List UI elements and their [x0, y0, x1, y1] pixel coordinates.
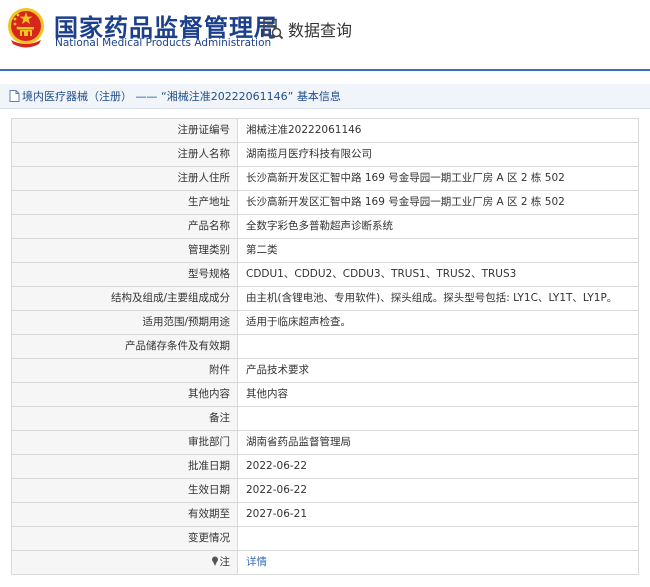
table-row: 管理类别 第二类	[11, 238, 639, 263]
field-label: 备注	[11, 406, 238, 431]
field-value	[237, 526, 639, 551]
field-label: 有效期至	[11, 502, 238, 527]
field-value: 湘械注准20222061146	[237, 118, 639, 143]
table-row: 注册人名称 湖南揽月医疗科技有限公司	[11, 142, 639, 167]
table-row: 产品储存条件及有效期	[11, 334, 639, 359]
field-label: 适用范围/预期用途	[11, 310, 238, 335]
field-label: 结构及组成/主要组成成分	[11, 286, 238, 311]
device-info-table: 注册证编号 湘械注准20222061146 注册人名称 湖南揽月医疗科技有限公司 注册人…	[11, 118, 639, 575]
field-value: 2022-06-22	[237, 454, 639, 479]
field-label: 生产地址	[11, 190, 238, 215]
field-label: 批准日期	[11, 454, 238, 479]
table-row: 变更情况	[11, 526, 639, 551]
site-title-en: National Medical Products Administration	[55, 37, 272, 49]
field-value: 其他内容	[237, 382, 639, 407]
table-row: 型号规格 CDDU1、CDDU2、CDDU3、TRUS1、TRUS2、TRUS3	[11, 262, 639, 287]
table-row: 注 详情	[11, 550, 639, 575]
field-value: 2022-06-22	[237, 478, 639, 503]
field-label: 型号规格	[11, 262, 238, 287]
breadcrumb: 境内医疗器械（注册） —— “湘械注准20222061146” 基本信息	[0, 84, 650, 109]
field-label: 注册人住所	[11, 166, 238, 191]
note-label-cell: 注	[11, 550, 238, 575]
header-divider	[0, 69, 650, 71]
table-row: 有效期至 2027-06-21	[11, 502, 639, 527]
search-document-icon	[263, 18, 284, 40]
field-value	[237, 334, 639, 359]
table-row: 附件 产品技术要求	[11, 358, 639, 383]
table-row: 注册证编号 湘械注准20222061146	[11, 118, 639, 143]
table-row: 其他内容 其他内容	[11, 382, 639, 407]
field-value: 适用于临床超声检查。	[237, 310, 639, 335]
field-value: 湖南揽月医疗科技有限公司	[237, 142, 639, 167]
field-value: 长沙高新开发区汇智中路 169 号金导园一期工业厂房 A 区 2 栋 502	[237, 166, 639, 191]
site-header: 国家药品监督管理局 National Medical Products Admi…	[0, 0, 650, 62]
data-query-label: 数据查询	[288, 21, 353, 40]
field-value: 2027-06-21	[237, 502, 639, 527]
field-value	[237, 406, 639, 431]
pin-icon	[211, 556, 218, 566]
field-label: 生效日期	[11, 478, 238, 503]
field-label: 附件	[11, 358, 238, 383]
note-value-cell: 详情	[237, 550, 639, 575]
field-label: 产品名称	[11, 214, 238, 239]
table-row: 注册人住所 长沙高新开发区汇智中路 169 号金导园一期工业厂房 A 区 2 栋 …	[11, 166, 639, 191]
field-value: 由主机(含锂电池、专用软件)、探头组成。探头型号包括: LY1C、LY1T、LY…	[237, 286, 639, 311]
field-label: 产品储存条件及有效期	[11, 334, 238, 359]
table-row: 批准日期 2022-06-22	[11, 454, 639, 479]
data-query-link[interactable]: 数据查询	[262, 17, 352, 41]
table-row: 生产地址 长沙高新开发区汇智中路 169 号金导园一期工业厂房 A 区 2 栋 5…	[11, 190, 639, 215]
field-label: 审批部门	[11, 430, 238, 455]
field-value: 长沙高新开发区汇智中路 169 号金导园一期工业厂房 A 区 2 栋 502	[237, 190, 639, 215]
table-row: 产品名称 全数字彩色多普勒超声诊断系统	[11, 214, 639, 239]
field-value: 湖南省药品监督管理局	[237, 430, 639, 455]
table-row: 备注	[11, 406, 639, 431]
field-value: 第二类	[237, 238, 639, 263]
national-emblem-icon	[8, 8, 44, 48]
document-icon	[9, 90, 20, 102]
field-value: 全数字彩色多普勒超声诊断系统	[237, 214, 639, 239]
field-label: 管理类别	[11, 238, 238, 263]
table-row: 审批部门 湖南省药品监督管理局	[11, 430, 639, 455]
table-row: 生效日期 2022-06-22	[11, 478, 639, 503]
table-row: 结构及组成/主要组成成分 由主机(含锂电池、专用软件)、探头组成。探头型号包括: …	[11, 286, 639, 311]
field-label: 变更情况	[11, 526, 238, 551]
device-info-body: 注册证编号 湘械注准20222061146 注册人名称 湖南揽月医疗科技有限公司 注册人…	[11, 118, 639, 575]
details-link[interactable]: 详情	[246, 556, 267, 568]
field-value: CDDU1、CDDU2、CDDU3、TRUS1、TRUS2、TRUS3	[237, 262, 639, 287]
note-label: 注	[219, 556, 231, 568]
field-value: 产品技术要求	[237, 358, 639, 383]
field-label: 注册证编号	[11, 118, 238, 143]
breadcrumb-text: 境内医疗器械（注册） —— “湘械注准20222061146” 基本信息	[22, 90, 341, 103]
field-label: 注册人名称	[11, 142, 238, 167]
field-label: 其他内容	[11, 382, 238, 407]
table-row: 适用范围/预期用途 适用于临床超声检查。	[11, 310, 639, 335]
